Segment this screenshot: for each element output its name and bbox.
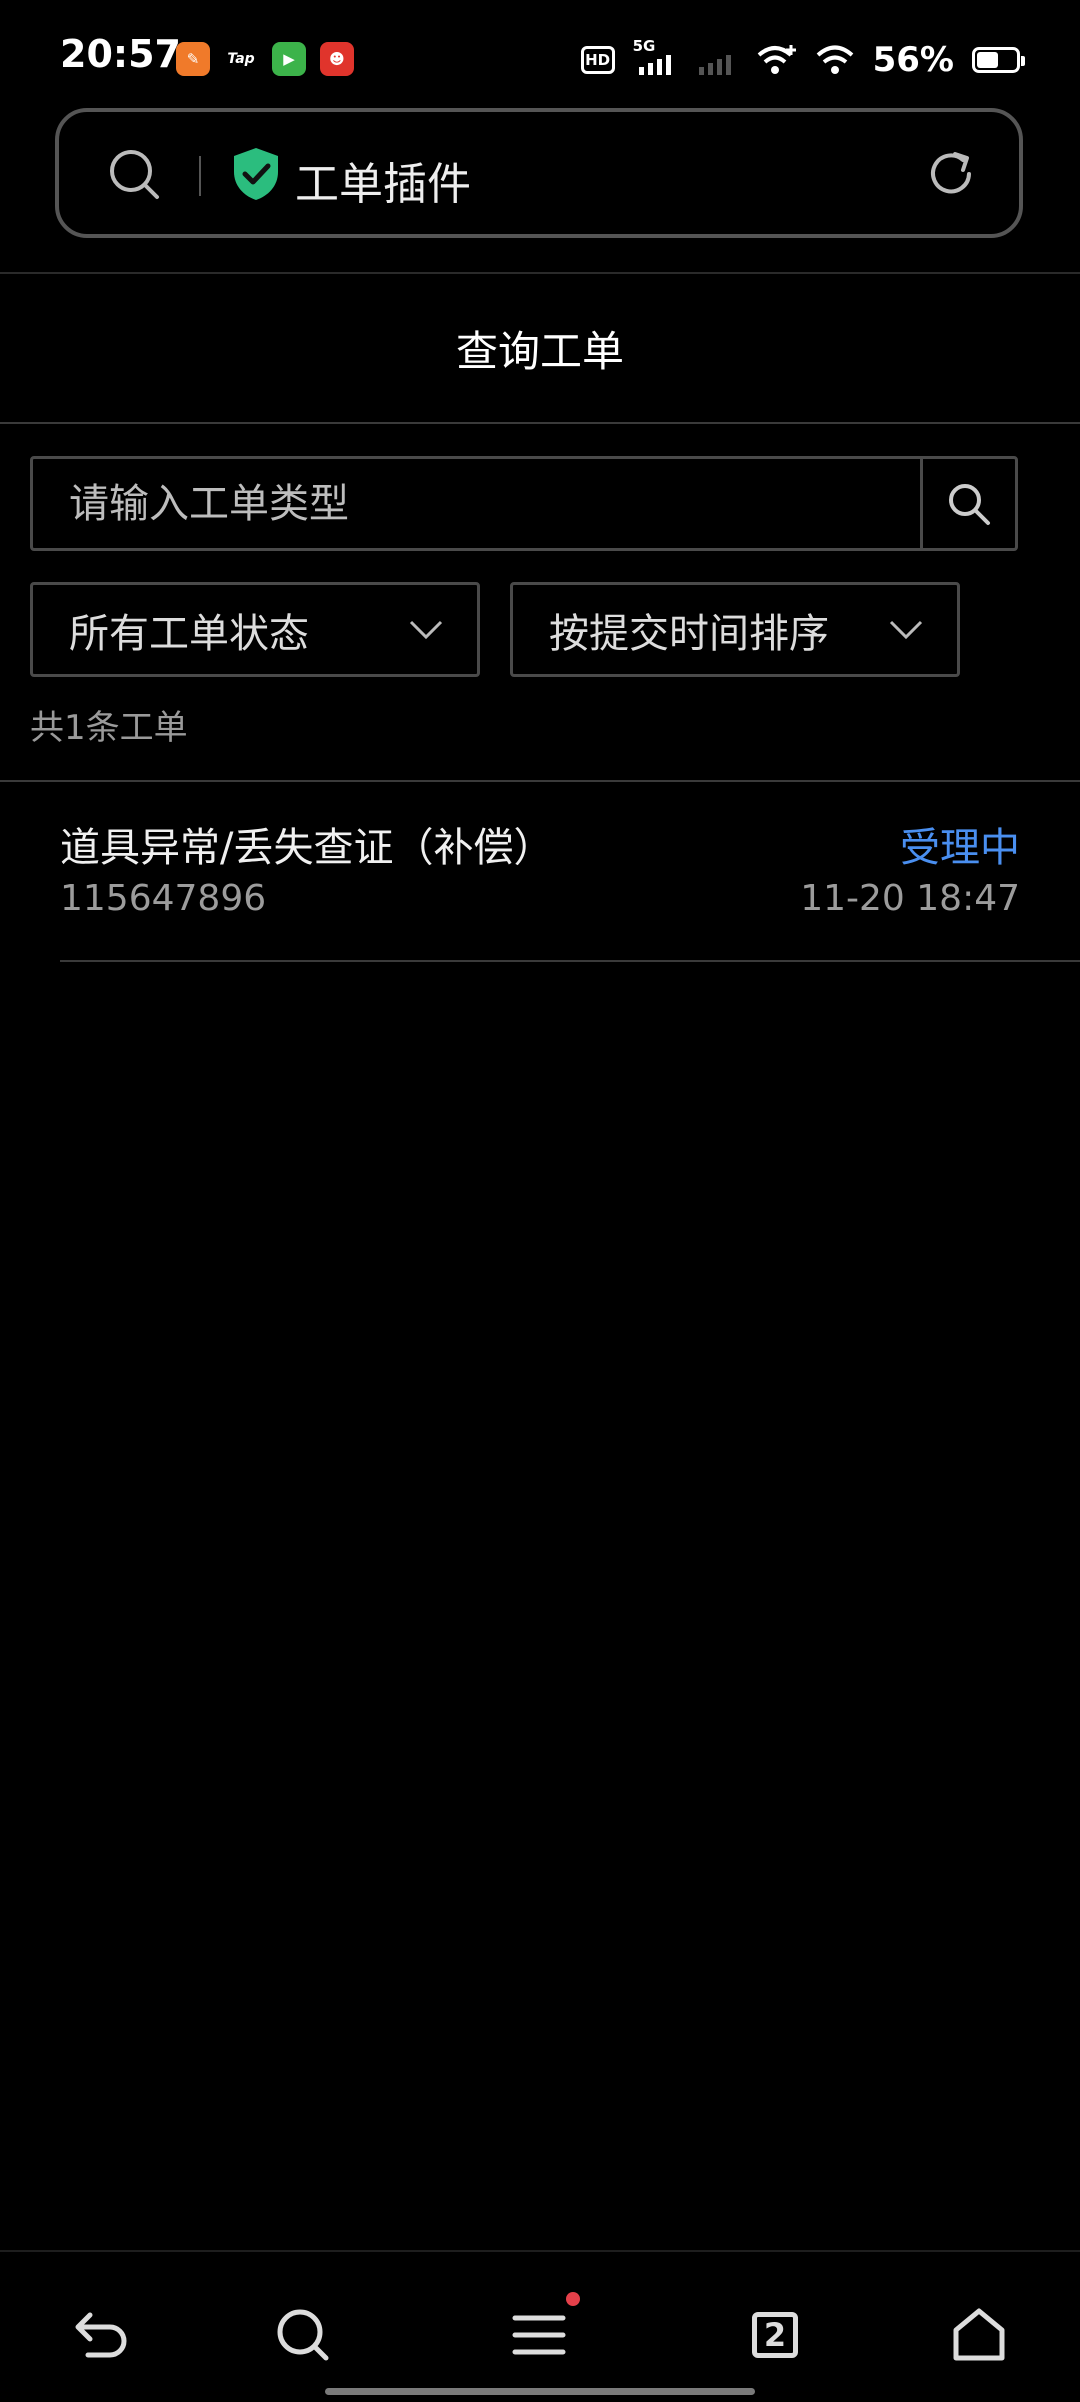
menu-button[interactable]	[504, 2292, 580, 2370]
address-title: 工单插件	[295, 159, 471, 210]
ticket-title: 道具异常/丢失查证（补偿）	[60, 825, 554, 871]
header-divider	[0, 272, 1080, 274]
home-button[interactable]	[944, 2300, 1014, 2370]
wifi-plus-icon	[757, 45, 796, 74]
ticket-time: 11-20 18:47	[800, 878, 1020, 919]
tabs-icon: 2	[752, 2312, 798, 2358]
page-title: 查询工单	[455, 327, 624, 376]
menu-icon	[512, 2315, 566, 2355]
signal-empty-icon	[698, 55, 731, 75]
back-button[interactable]	[67, 2300, 137, 2370]
status-filter-dropdown[interactable]: 所有工单状态	[30, 582, 480, 677]
battery-level	[977, 52, 998, 68]
search-icon	[277, 2309, 329, 2361]
tab-count: 2	[763, 2316, 787, 2354]
address-bar[interactable]: 工单插件	[55, 108, 1023, 238]
sort-dropdown[interactable]: 按提交时间排序	[510, 582, 960, 677]
ticket-type-input[interactable]	[33, 459, 920, 548]
home-indicator[interactable]	[325, 2388, 755, 2395]
hd-icon: HD	[580, 46, 615, 74]
video-notification-icon: ▶	[272, 42, 306, 76]
search-icon[interactable]	[107, 147, 161, 201]
signal-5g-icon: 5G	[633, 37, 679, 77]
tabs-button[interactable]: 2	[740, 2300, 810, 2370]
red-notification-icon: ☻	[320, 42, 354, 76]
status-time: 20:57	[60, 32, 181, 76]
ticket-type-search	[30, 456, 1018, 551]
status-filter-value: 所有工单状态	[69, 610, 309, 657]
status-indicators: HD 5G 56%	[580, 37, 1025, 80]
back-icon	[75, 2312, 127, 2358]
sort-value: 按提交时间排序	[549, 610, 829, 657]
notification-dot	[566, 2292, 580, 2306]
ticket-status: 受理中	[900, 825, 1020, 871]
nav-search-button[interactable]	[268, 2300, 338, 2370]
battery-icon	[972, 47, 1025, 73]
list-divider	[0, 780, 1080, 782]
chevron-down-icon	[889, 620, 923, 639]
wifi-icon	[816, 45, 853, 74]
notification-icons: ✎ Tap ▶ ☻	[176, 42, 354, 76]
app-notification-icon: ✎	[176, 42, 210, 76]
item-divider	[60, 960, 1080, 962]
address-separator	[199, 156, 201, 196]
bottom-nav: 2	[0, 2250, 1080, 2402]
title-divider	[0, 422, 1080, 424]
battery-percent: 56%	[872, 40, 954, 80]
search-icon	[949, 483, 990, 525]
ticket-count: 共1条工单	[30, 708, 188, 748]
reload-icon[interactable]	[923, 146, 979, 202]
ticket-id: 115647896	[60, 878, 267, 919]
home-icon	[953, 2308, 1005, 2361]
chevron-down-icon	[409, 620, 443, 639]
search-button[interactable]	[920, 459, 1015, 548]
tap-notification-icon: Tap	[224, 42, 258, 76]
shield-check-icon	[234, 148, 278, 200]
